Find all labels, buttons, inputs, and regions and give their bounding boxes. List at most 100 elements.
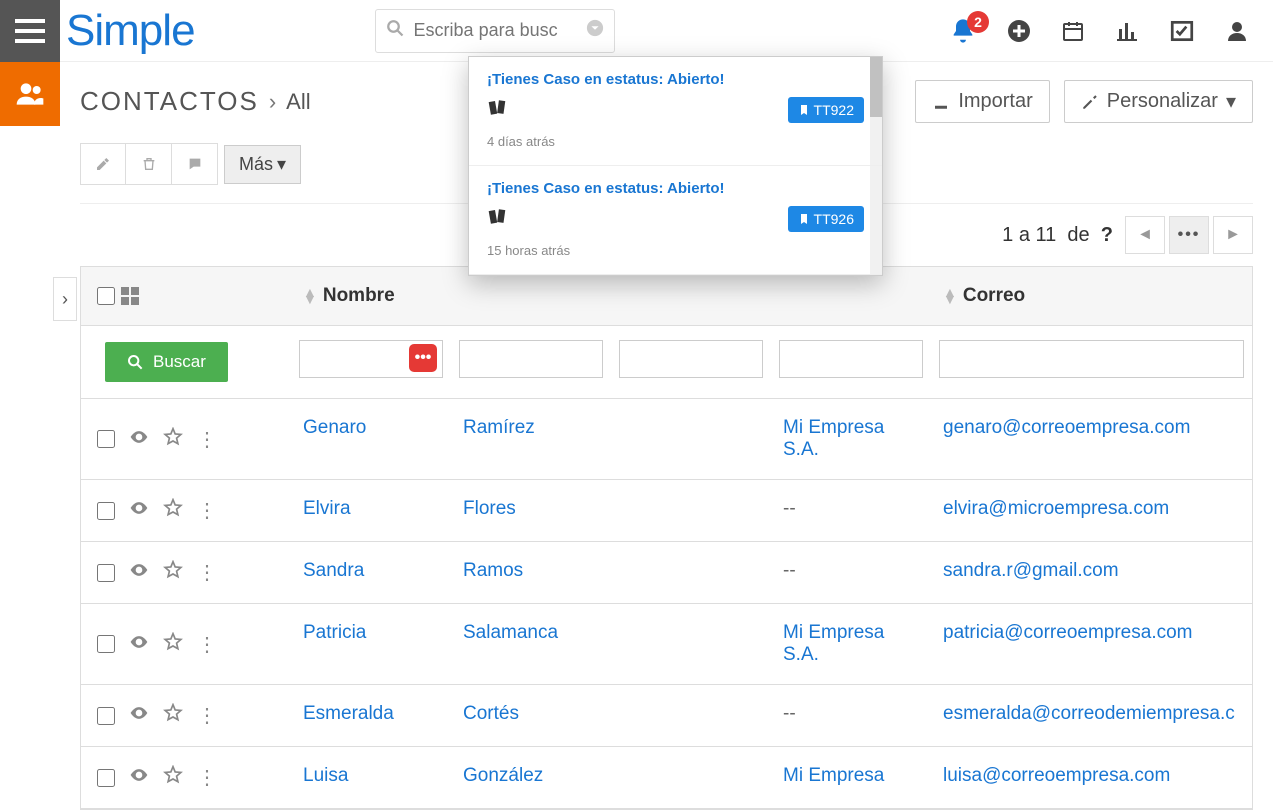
star-icon[interactable] [163,498,183,523]
notification-tag[interactable]: TT922 [788,97,864,123]
row-menu-icon[interactable]: ⋮ [197,765,217,790]
search-input[interactable] [414,20,564,41]
view-icon[interactable] [129,632,149,657]
star-icon[interactable] [163,560,183,585]
reports-icon[interactable] [1115,19,1139,43]
notification-item[interactable]: ¡Tienes Caso en estatus: Abierto! TT926 … [469,166,882,275]
row-checkbox[interactable] [97,707,115,725]
row-checkbox[interactable] [97,564,115,582]
topbar: S i m p l e 2 [0,0,1273,62]
breadcrumb[interactable]: All [286,89,310,115]
filter-company[interactable] [779,340,923,378]
filter-col3[interactable] [619,340,763,378]
last-name-link[interactable]: Ramos [463,560,523,581]
case-icon [487,96,509,124]
sort-icon[interactable]: ▲▼ [303,289,317,303]
view-icon[interactable] [129,427,149,452]
notification-time: 15 horas atrás [487,243,864,258]
customize-button[interactable]: Personalizar ▾ [1064,80,1253,123]
email-link[interactable]: esmeralda@correodemiempresa.c [943,703,1235,724]
last-name-link[interactable]: Ramírez [463,417,535,438]
contacts-module-icon[interactable] [0,62,60,126]
edit-button[interactable] [80,143,126,185]
company-link[interactable]: Mi Empresa [783,765,884,786]
row-menu-icon[interactable]: ⋮ [197,427,217,452]
comment-button[interactable] [172,143,218,185]
tasks-icon[interactable] [1169,18,1195,44]
email-link[interactable]: luisa@correoempresa.com [943,765,1170,786]
first-name-link[interactable]: Genaro [303,417,366,438]
filter-lastname[interactable] [459,340,603,378]
first-name-link[interactable]: Sandra [303,560,364,581]
email-link[interactable]: sandra.r@gmail.com [943,560,1119,581]
case-icon [487,205,509,233]
last-name-link[interactable]: Cortés [463,703,519,724]
row-menu-icon[interactable]: ⋮ [197,560,217,585]
row-checkbox[interactable] [97,769,115,787]
page-title: CONTACTOS [80,86,259,117]
pager-options[interactable]: ••• [1169,216,1209,254]
pager-prev[interactable]: ◄ [1125,216,1165,254]
first-name-link[interactable]: Patricia [303,622,366,643]
company-link[interactable]: Mi Empresa S.A. [783,622,884,665]
expand-sidebar[interactable]: › [53,277,77,321]
company-empty: -- [783,560,796,581]
search-icon [386,19,404,42]
contacts-table: › ▲▼Nombre ▲▼Correo Buscar ••• [80,266,1253,810]
star-icon[interactable] [163,703,183,728]
notification-item[interactable]: ¡Tienes Caso en estatus: Abierto! TT922 … [469,57,882,166]
import-button[interactable]: Importar [915,80,1049,123]
view-icon[interactable] [129,560,149,585]
logo[interactable]: S i m p l e [66,6,195,56]
table-row: ⋮ Sandra Ramos -- sandra.r@gmail.com [81,542,1252,604]
last-name-link[interactable]: Flores [463,498,516,519]
company-empty: -- [783,498,796,519]
row-menu-icon[interactable]: ⋮ [197,703,217,728]
pager-text: 1 a 11 de ? [1002,224,1113,247]
star-icon[interactable] [163,632,183,657]
row-checkbox[interactable] [97,635,115,653]
notification-tag[interactable]: TT926 [788,206,864,232]
notifications-icon[interactable]: 2 [949,17,977,45]
last-name-link[interactable]: Salamanca [463,622,558,643]
filter-row: Buscar ••• [81,326,1252,399]
star-icon[interactable] [163,427,183,452]
last-name-link[interactable]: González [463,765,543,786]
filter-more-icon[interactable]: ••• [409,344,437,372]
first-name-link[interactable]: Esmeralda [303,703,394,724]
filter-email[interactable] [939,340,1244,378]
calendar-icon[interactable] [1061,19,1085,43]
email-link[interactable]: patricia@correoempresa.com [943,622,1193,643]
view-icon[interactable] [129,765,149,790]
chevron-down-icon: ▾ [1226,89,1236,114]
grid-view-icon[interactable] [121,287,139,305]
company-link[interactable]: Mi Empresa S.A. [783,417,884,460]
search-button[interactable]: Buscar [105,342,228,382]
view-icon[interactable] [129,703,149,728]
row-menu-icon[interactable]: ⋮ [197,632,217,657]
first-name-link[interactable]: Elvira [303,498,351,519]
row-checkbox[interactable] [97,430,115,448]
delete-button[interactable] [126,143,172,185]
email-link[interactable]: genaro@correoempresa.com [943,417,1190,438]
more-button[interactable]: Más ▾ [224,145,301,184]
sort-icon[interactable]: ▲▼ [943,289,957,303]
search-box[interactable] [375,9,615,53]
top-icons: 2 [949,17,1261,45]
view-icon[interactable] [129,498,149,523]
user-icon[interactable] [1225,19,1249,43]
table-row: ⋮ Elvira Flores -- elvira@microempresa.c… [81,480,1252,542]
search-dropdown-icon[interactable] [586,19,604,42]
row-checkbox[interactable] [97,502,115,520]
row-menu-icon[interactable]: ⋮ [197,498,217,523]
notification-panel: ¡Tienes Caso en estatus: Abierto! TT922 … [468,56,883,276]
notification-title: ¡Tienes Caso en estatus: Abierto! [487,71,864,88]
hamburger-menu[interactable] [0,0,60,62]
pager-next[interactable]: ► [1213,216,1253,254]
add-icon[interactable] [1007,19,1031,43]
select-all-checkbox[interactable] [97,287,115,305]
star-icon[interactable] [163,765,183,790]
email-link[interactable]: elvira@microempresa.com [943,498,1169,519]
table-row: ⋮ Genaro Ramírez Mi Empresa S.A. genaro@… [81,399,1252,480]
first-name-link[interactable]: Luisa [303,765,348,786]
